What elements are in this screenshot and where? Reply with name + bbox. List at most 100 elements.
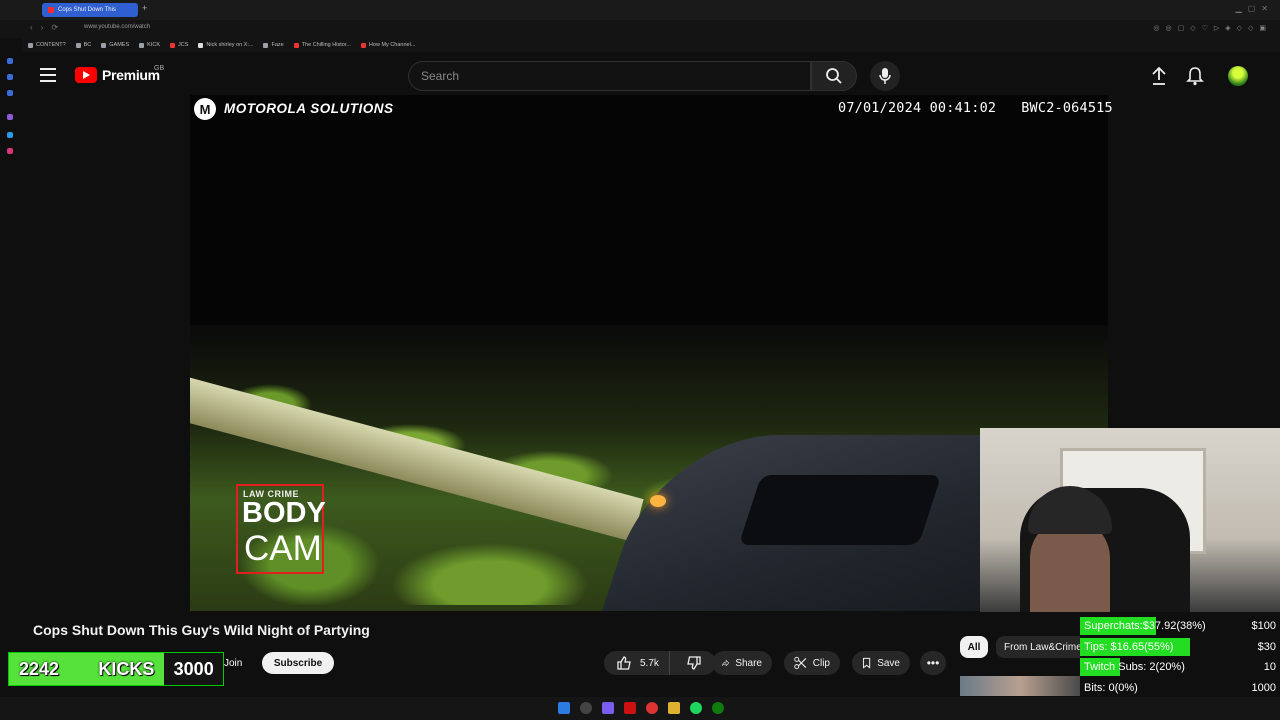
clip-button[interactable]: Clip: [784, 651, 840, 675]
bookmark-item[interactable]: How My Channel...: [360, 42, 416, 48]
spotify-app-icon[interactable]: [690, 702, 702, 714]
goal-target: 1000: [1251, 681, 1276, 694]
timestamp-text: 07/01/2024 00:41:02: [838, 100, 997, 116]
bookmark-folder-icon: [360, 42, 366, 48]
share-icon: [722, 659, 730, 667]
bookmark-label: Faze: [271, 42, 284, 48]
motorola-logo-icon: M: [194, 98, 216, 120]
user-avatar[interactable]: [1228, 66, 1248, 86]
discord-app-icon[interactable]: [602, 702, 614, 714]
bookmark-label: GAMES: [109, 42, 130, 48]
clip-label: Clip: [812, 657, 830, 669]
url-text[interactable]: www.youtube.com/watch: [84, 24, 150, 30]
like-count: 5.7k: [640, 657, 659, 669]
motorola-brand-text: MOTOROLA SOLUTIONS: [224, 101, 394, 116]
bookmark-item[interactable]: GAMES: [101, 42, 129, 48]
streamer-webcam: [980, 428, 1280, 612]
video-title: Cops Shut Down This Guy's Wild Night of …: [33, 622, 370, 638]
kicks-progress-fill: 2242 KICKS: [9, 653, 165, 685]
goal-row: Bits: 0(0%) 1000: [1080, 678, 1280, 698]
dislike-button[interactable]: [676, 651, 712, 675]
taskbar-search-icon[interactable]: [580, 702, 592, 714]
bookmark-label: Nick shirley on X:...: [206, 42, 254, 48]
join-button[interactable]: Join: [224, 652, 254, 674]
windows-start-icon[interactable]: [558, 702, 570, 714]
bookmark-folder-icon: [263, 42, 269, 48]
bodycam-overlay-line2: CAM: [244, 529, 322, 568]
bookmark-item[interactable]: Faze: [263, 42, 284, 48]
sidebar-app-icon[interactable]: [7, 114, 13, 120]
bookmark-label: JCS: [178, 42, 189, 48]
share-label: Share: [735, 657, 762, 669]
bookmark-item[interactable]: KICK: [139, 42, 160, 48]
voice-search-button[interactable]: [870, 61, 900, 91]
file-explorer-icon[interactable]: [668, 702, 680, 714]
bookmark-item[interactable]: Nick shirley on X:...: [198, 42, 253, 48]
more-actions-button[interactable]: •••: [920, 651, 946, 675]
goal-label: Tips: $16.65(55%): [1084, 640, 1174, 653]
extension-icons[interactable]: ◎◎▢◇♡▷◈◇◇▣: [1153, 24, 1272, 32]
microphone-icon: [879, 68, 891, 84]
kicks-goal-bar: 2242 KICKS 3000: [8, 652, 224, 686]
goal-target: $100: [1251, 620, 1276, 632]
save-button[interactable]: Save: [852, 651, 910, 675]
browser-tab-strip: [0, 0, 1280, 20]
video-car-light: [650, 495, 666, 507]
sidebar-app-icon[interactable]: [7, 58, 13, 64]
chip-all[interactable]: All: [960, 636, 988, 658]
xbox-app-icon[interactable]: [712, 702, 724, 714]
goal-row: Tips: $16.65(55%) $30: [1080, 637, 1280, 657]
upload-icon[interactable]: [1150, 66, 1168, 91]
share-button[interactable]: Share: [712, 651, 772, 675]
notifications-bell-icon[interactable]: [1186, 66, 1204, 91]
country-code: GB: [154, 65, 165, 72]
save-label: Save: [877, 657, 900, 669]
logo-text: Premium: [102, 67, 160, 83]
recommended-video-thumbnail[interactable]: [960, 676, 1080, 696]
video-car-window: [738, 475, 942, 545]
bookmark-item[interactable]: BC: [75, 42, 92, 48]
bookmark-label: How My Channel...: [368, 42, 416, 48]
bookmark-item[interactable]: CONTENT?: [28, 42, 66, 48]
bookmark-label: BC: [83, 42, 92, 48]
scissors-icon: [794, 656, 807, 670]
video-player[interactable]: [190, 95, 1108, 611]
reload-icon[interactable]: ‹›⟳: [30, 23, 66, 32]
sidebar-app-icon[interactable]: [7, 148, 13, 154]
bookmark-folder-icon: [75, 42, 81, 48]
bookmark-item[interactable]: The Chilling Histor...: [293, 42, 351, 48]
sidebar-app-icon[interactable]: [7, 74, 13, 80]
bookmark-folder-icon: [170, 42, 175, 48]
sidebar-app-icon[interactable]: [7, 90, 13, 96]
opera-gx-app-icon[interactable]: [646, 702, 658, 714]
youtube-logo[interactable]: Premium: [75, 67, 160, 83]
windows-taskbar: [0, 697, 1280, 720]
search-icon: [826, 68, 842, 84]
browser-tab-active[interactable]: Cops Shut Down This: [42, 3, 138, 17]
bookmark-item[interactable]: JCS: [170, 42, 188, 48]
youtube-favicon-icon: [48, 7, 54, 13]
kicks-label: KICKS: [98, 658, 155, 679]
new-tab-icon[interactable]: +: [142, 3, 147, 13]
goal-target: 10: [1263, 661, 1276, 673]
goal-row: Twitch Subs: 2(20%) 10: [1080, 657, 1280, 677]
opera-app-icon[interactable]: [624, 702, 636, 714]
bookmarks-bar: CONTENT? BC GAMES KICK JCS Nick shirley on X:…: [22, 38, 1280, 52]
chip-from-channel[interactable]: From Law&Crime: [996, 636, 1080, 658]
bookmark-folder-icon: [293, 42, 299, 48]
bookmark-folder-icon: [139, 42, 145, 48]
search-input[interactable]: Search: [408, 61, 811, 91]
bookmark-icon: [863, 657, 871, 669]
search-button[interactable]: [811, 61, 857, 91]
thumbs-down-icon: [687, 656, 701, 670]
sidebar-app-icon[interactable]: [7, 132, 13, 138]
window-controls[interactable]: ▁▢✕: [1236, 4, 1274, 13]
browser-sidebar: [0, 38, 20, 720]
bookmark-folder-icon: [28, 42, 33, 48]
goal-row: Superchats:$37.92(38%) $100: [1080, 616, 1280, 636]
camera-id: BWC2-064515: [1021, 100, 1113, 116]
like-button[interactable]: 5.7k: [604, 651, 670, 675]
subscribe-button[interactable]: Subscribe: [262, 652, 334, 674]
hamburger-menu-icon[interactable]: [40, 68, 56, 82]
kicks-count: 2242: [19, 658, 60, 679]
